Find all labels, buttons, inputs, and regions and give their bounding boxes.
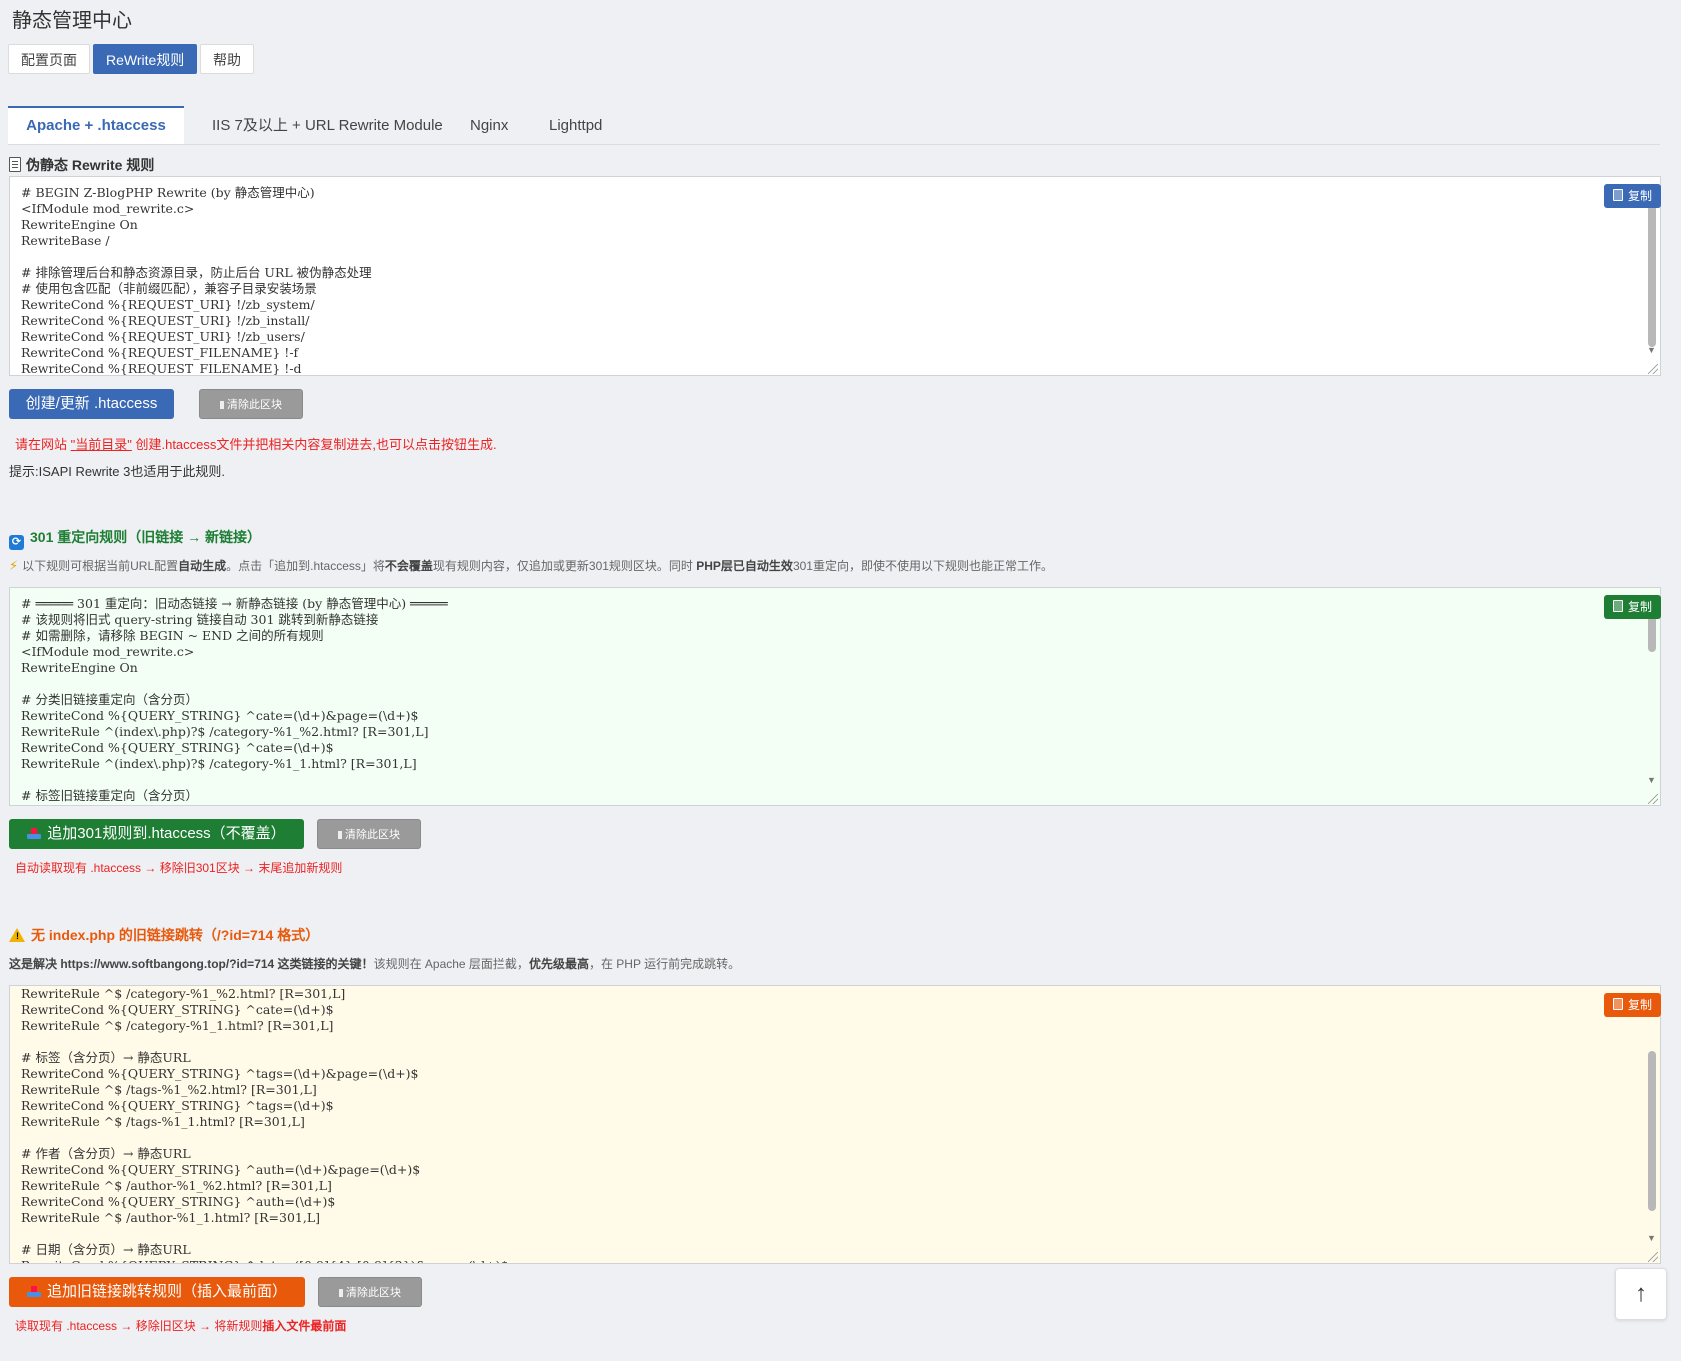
clear-block-button[interactable]: 清除此区块 (199, 389, 303, 419)
tab-nginx[interactable]: Nginx (450, 106, 528, 144)
redirect-scrollbar[interactable]: ▼ (1644, 588, 1660, 805)
copy-button[interactable]: 复制 (1603, 595, 1661, 619)
copy-button[interactable]: 复制 (1603, 184, 1661, 208)
resize-handle[interactable] (1648, 1252, 1658, 1262)
clipboard-icon (9, 157, 21, 172)
legacy-redirect-desc: 这是解决 https://www.softbangong.top/?id=714… (9, 957, 741, 971)
copy-icon (1612, 189, 1623, 201)
clear-block-button[interactable]: 清除此区块 (318, 1277, 422, 1307)
legacy-scrollbar[interactable]: ▼ (1644, 986, 1660, 1263)
copy-icon (1612, 998, 1623, 1010)
rewrite-rules-code: # BEGIN Z-BlogPHP Rewrite (by 静态管理中心) <I… (21, 185, 372, 376)
legacy-redirect-code: RewriteRule ^$ /category-%1_%2.html? [R=… (21, 986, 509, 1263)
nav-rewrite-rules[interactable]: ReWrite规则 (93, 44, 198, 74)
nav-help[interactable]: 帮助 (200, 44, 254, 74)
append-301-button[interactable]: 追加301规则到.htaccess（不覆盖） (9, 819, 304, 849)
tab-iis[interactable]: IIS 7及以上 + URL Rewrite Module (192, 106, 463, 144)
rewrite-rules-heading: 伪静态 Rewrite 规则 (9, 155, 154, 175)
legacy-redirect-tip: 读取现有 .htaccess → 移除旧区块 → 将新规则插入文件最前面 (15, 1319, 347, 1333)
redirect-301-desc: ⚡ 以下规则可根据当前URL配置自动生成。点击「追加到.htaccess」将不会覆… (9, 558, 1053, 573)
copy-icon (1612, 600, 1623, 612)
clear-block-button[interactable]: 清除此区块 (317, 819, 421, 849)
current-dir-link[interactable]: "当前目录" (71, 437, 132, 452)
warning-icon: ! (9, 928, 25, 942)
resize-handle[interactable] (1648, 364, 1658, 374)
page-title: 静态管理中心 (12, 10, 132, 32)
redirect-301-code: # ═════ 301 重定向：旧动态链接 → 新静态链接 (by 静态管理中心… (21, 596, 448, 803)
rewrite-rules-textarea[interactable]: # BEGIN Z-BlogPHP Rewrite (by 静态管理中心) <I… (9, 176, 1661, 376)
upload-icon (26, 1286, 41, 1297)
upload-icon (27, 828, 42, 839)
create-htaccess-button[interactable]: 创建/更新 .htaccess (9, 389, 174, 419)
rewrite-rules-heading-text: 伪静态 Rewrite 规则 (26, 157, 155, 173)
legacy-redirect-heading: ! 无 index.php 的旧链接跳转（/?id=714 格式） (9, 925, 319, 945)
append-legacy-redirect-button[interactable]: 追加旧链接跳转规则（插入最前面） (9, 1277, 305, 1307)
redirect-301-tip: 自动读取现有 .htaccess → 移除旧301区块 → 末尾追加新规则 (15, 861, 343, 875)
back-to-top-button[interactable]: ↑ (1615, 1268, 1667, 1320)
isapi-note: 提示:ISAPI Rewrite 3也适用于此规则. (9, 464, 225, 479)
tab-apache[interactable]: Apache + .htaccess (8, 106, 184, 144)
arrow-up-icon: ↑ (1635, 1280, 1647, 1307)
resize-handle[interactable] (1648, 794, 1658, 804)
server-tabs: Apache + .htaccess IIS 7及以上 + URL Rewrit… (8, 106, 1660, 145)
refresh-icon: ⟳ (9, 535, 24, 550)
htaccess-tip: 请在网站 "当前目录" 创建.htaccess文件并把相关内容复制进去,也可以点… (15, 437, 497, 452)
copy-button[interactable]: 复制 (1603, 993, 1661, 1017)
tab-lighttpd[interactable]: Lighttpd (529, 106, 622, 144)
nav-config-page[interactable]: 配置页面 (8, 44, 90, 74)
lightning-icon: ⚡ (9, 558, 19, 573)
redirect-301-heading: ⟳ 301 重定向规则（旧链接 → 新链接） (9, 527, 261, 550)
redirect-301-textarea[interactable]: # ═════ 301 重定向：旧动态链接 → 新静态链接 (by 静态管理中心… (9, 587, 1661, 806)
legacy-redirect-textarea[interactable]: RewriteRule ^$ /category-%1_%2.html? [R=… (9, 985, 1661, 1264)
